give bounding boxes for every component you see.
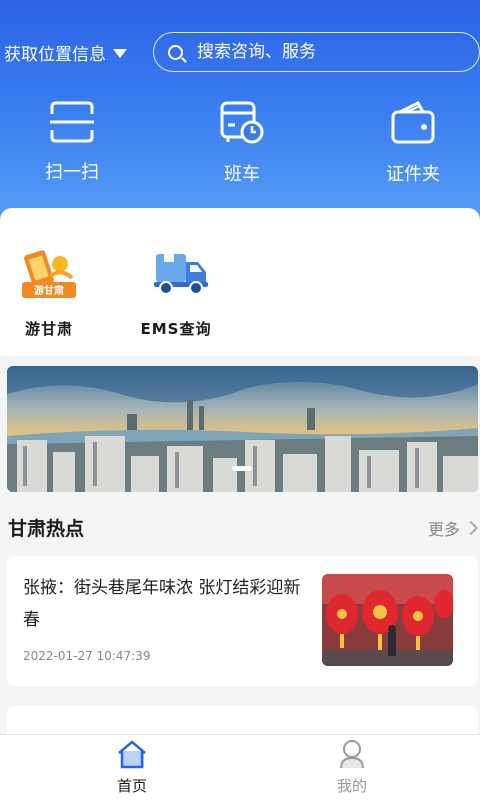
delivery-truck-icon <box>154 254 208 295</box>
chevron-right-icon <box>463 520 479 536</box>
section-title: 甘肃热点 <box>8 518 85 540</box>
quick-action-label: 证件夹 <box>386 164 440 185</box>
news-title: 张掖：街头巷尾年味浓 张灯结彩迎新春 <box>23 578 301 630</box>
city-banner-image[interactable] <box>7 366 478 492</box>
profile-icon <box>340 740 364 769</box>
more-link[interactable]: 更多 <box>427 516 479 540</box>
service-you-gansu[interactable]: 游甘肃 游甘肃 <box>18 248 80 339</box>
tab-home[interactable]: 首页 <box>72 739 192 796</box>
more-label: 更多 <box>427 520 460 539</box>
service-label: 游甘肃 <box>24 320 73 338</box>
wallet-icon <box>391 101 435 144</box>
tab-profile[interactable]: 我的 <box>292 739 412 796</box>
location-label: 获取位置信息 <box>4 45 106 65</box>
quick-action-wallet[interactable]: 证件夹 <box>353 100 473 186</box>
tab-label: 首页 <box>116 777 147 795</box>
search-input[interactable] <box>197 42 457 62</box>
you-gansu-app-icon: 游甘肃 <box>22 250 76 298</box>
quick-action-label: 班车 <box>224 164 260 185</box>
quick-action-scan[interactable]: 扫一扫 <box>12 100 132 184</box>
scan-icon <box>50 101 94 143</box>
service-label: EMS查询 <box>140 320 212 338</box>
bottom-tab-bar: 首页 我的 <box>0 734 480 800</box>
quick-action-label: 扫一扫 <box>45 162 99 183</box>
header-banner: 获取位置信息 扫一扫 班车 证件夹 <box>0 0 480 230</box>
service-ems-query[interactable]: EMS查询 <box>140 248 212 339</box>
tab-label: 我的 <box>336 777 367 795</box>
caret-down-icon <box>113 49 127 58</box>
quick-action-bus[interactable]: 班车 <box>182 100 302 186</box>
location-selector[interactable]: 获取位置信息 <box>4 40 127 65</box>
services-panel: 游甘肃 游甘肃 EMS查询 <box>0 208 480 356</box>
search-icon <box>168 44 183 60</box>
bus-clock-icon <box>220 101 264 144</box>
news-date: 2022-01-27 10:47:39 <box>23 649 151 663</box>
news-card[interactable]: 张掖：街头巷尾年味浓 张灯结彩迎新春 2022-01-27 10:47:39 <box>7 556 478 686</box>
search-bar[interactable] <box>153 32 480 72</box>
carousel-indicator <box>232 466 252 471</box>
news-thumbnail <box>322 574 453 666</box>
you-gansu-logo-text: 游甘肃 <box>34 284 64 297</box>
home-icon <box>118 740 146 769</box>
